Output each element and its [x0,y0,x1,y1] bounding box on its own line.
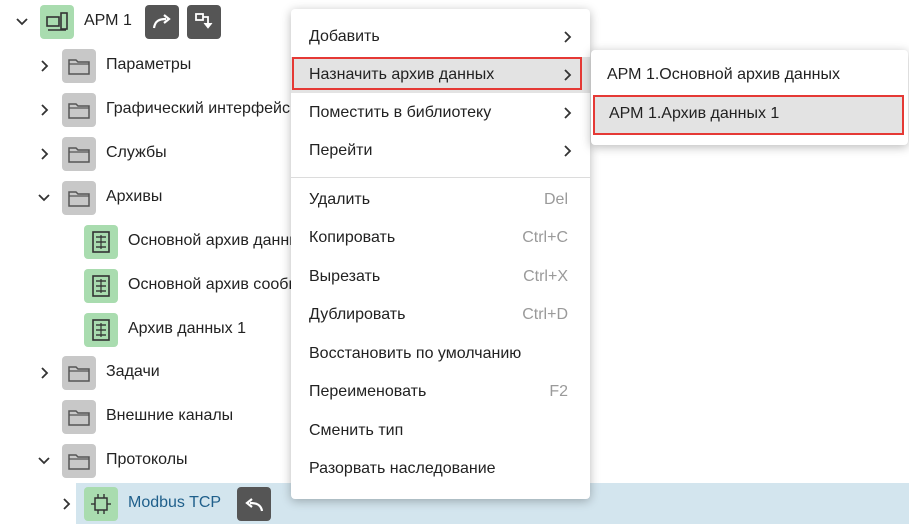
redirect-arrow-icon[interactable] [145,5,179,39]
chevron-right-icon[interactable] [34,100,54,120]
menu-item-label: Поместить в библиотеку [309,104,492,121]
chevron-right-icon [564,107,572,119]
menu-item-shortcut: Del [543,191,568,208]
archive-icon [84,225,118,259]
chevron-down-icon[interactable] [12,12,32,32]
menu-item-add[interactable]: Добавить [291,19,590,55]
workstation-icon [40,5,74,39]
chevron-right-icon [564,145,572,157]
tree-item-label[interactable]: Протоколы [106,451,188,469]
menu-item-break-inheritance[interactable]: Разорвать наследование [291,451,590,487]
submenu-item-data-archive-1[interactable]: АРМ 1.Архив данных 1 [593,95,904,135]
submenu-item-label: АРМ 1.Основной архив данных [607,66,840,83]
submenu-item-main-data-archive[interactable]: АРМ 1.Основной архив данных [591,56,908,96]
menu-item-rename[interactable]: Переименовать F2 [291,374,590,410]
tree-item-label[interactable]: Архивы [106,188,162,206]
menu-item-label: Восстановить по умолчанию [309,345,522,362]
menu-item-label: Добавить [309,28,380,45]
tree-item-label[interactable]: Параметры [106,56,191,74]
chevron-right-icon[interactable] [56,494,76,514]
menu-item-restore-default[interactable]: Восстановить по умолчанию [291,336,590,372]
menu-item-shortcut: Ctrl+D [522,306,568,323]
context-menu: Добавить Назначить архив данных Поместит… [291,9,590,499]
menu-separator [291,177,590,178]
folder-icon [62,356,96,390]
folder-icon [62,400,96,434]
menu-item-label: Дублировать [309,306,406,323]
protocol-chip-icon [84,487,118,521]
menu-item-label: Копировать [309,229,396,246]
menu-item-copy[interactable]: Копировать Ctrl+C [291,220,590,256]
menu-item-shortcut: F2 [549,383,568,400]
archive-icon [84,269,118,303]
menu-item-label: Разорвать наследование [309,460,496,477]
highlight-frame [292,57,582,90]
menu-item-label: Переименовать [309,383,427,400]
menu-item-label: Удалить [309,191,371,208]
menu-item-label: Вырезать [309,268,381,285]
tree-item-label-selected[interactable]: Modbus TCP [128,494,221,512]
tree-root-label[interactable]: АРМ 1 [84,12,132,30]
tree-item-label[interactable]: Основной архив данных [128,232,309,250]
folder-icon [62,93,96,127]
tree-item-label[interactable]: Внешние каналы [106,407,233,425]
chevron-right-icon[interactable] [34,56,54,76]
chevron-down-icon[interactable] [34,451,54,471]
folder-icon [62,49,96,83]
menu-item-label: Сменить тип [309,422,404,439]
folder-icon [62,181,96,215]
chevron-right-icon[interactable] [34,144,54,164]
submenu-item-label: АРМ 1.Архив данных 1 [609,105,780,122]
menu-item-shortcut: Ctrl+C [522,229,568,246]
tree-item-label[interactable]: Архив данных 1 [128,320,246,338]
menu-item-cut[interactable]: Вырезать Ctrl+X [291,259,590,295]
menu-item-delete[interactable]: Удалить Del [291,182,590,218]
tree-item-label[interactable]: Графический интерфейс [106,100,290,118]
archive-icon [84,313,118,347]
menu-item-place-in-library[interactable]: Поместить в библиотеку [291,95,590,131]
menu-item-label: Перейти [309,142,373,159]
archive-submenu: АРМ 1.Основной архив данных АРМ 1.Архив … [591,50,908,145]
chevron-right-icon[interactable] [34,363,54,383]
menu-item-change-type[interactable]: Сменить тип [291,413,590,449]
tree-item-label[interactable]: Службы [106,144,167,162]
folder-icon [62,444,96,478]
hierarchy-down-icon[interactable] [187,5,221,39]
menu-item-shortcut: Ctrl+X [523,268,568,285]
chevron-right-icon [564,31,572,43]
chevron-down-icon[interactable] [34,188,54,208]
inherit-back-arrow-icon[interactable] [237,487,271,521]
tree-item-label[interactable]: Задачи [106,363,160,381]
folder-icon [62,137,96,171]
menu-item-go-to[interactable]: Перейти [291,133,590,169]
menu-item-duplicate[interactable]: Дублировать Ctrl+D [291,297,590,333]
